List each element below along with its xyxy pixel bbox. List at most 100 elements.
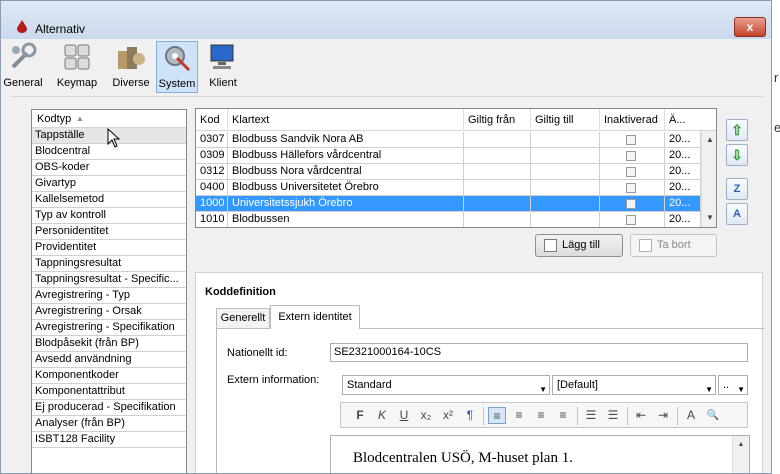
misc-icon [118, 47, 145, 69]
remove-button[interactable]: Ta bort [630, 234, 717, 257]
scroll-up-icon[interactable]: ▲ [703, 133, 716, 147]
move-down-button[interactable]: ⇩ [726, 144, 748, 166]
cell-giltig-fran [464, 164, 531, 180]
italic-button[interactable]: K [373, 407, 391, 424]
align-left-button[interactable]: ≡ [488, 407, 506, 424]
list-item[interactable]: Kallelsemetod [32, 192, 186, 208]
list-item[interactable]: OBS-koder [32, 160, 186, 176]
bold-button[interactable]: F [351, 407, 369, 424]
scroll-down-icon[interactable]: ▼ [703, 211, 716, 225]
align-right-button[interactable]: ≡ [532, 407, 550, 424]
list-item[interactable]: Avsedd användning [32, 352, 186, 368]
tab-extern-identitet[interactable]: Extern identitet [270, 305, 360, 329]
cell-a: 20... [665, 212, 701, 227]
list-item[interactable]: Providentitet [32, 240, 186, 256]
editor-scrollbar[interactable]: ▲ [732, 436, 749, 473]
list-item[interactable]: Blodpåsekit (från BP) [32, 336, 186, 352]
cell-klartext: Blodbuss Nora vårdcentral [228, 164, 464, 180]
table-row[interactable]: 0309 Blodbuss Hällefors vårdcentral 20... [196, 148, 701, 164]
cell-a: 20... [665, 164, 701, 180]
text-color-button[interactable]: A [682, 407, 700, 424]
bullet-list-button[interactable]: ☰ [582, 407, 600, 424]
toolbar-klient[interactable]: Klient [205, 41, 241, 93]
column-giltig-till[interactable]: Giltig till [531, 109, 600, 131]
underline-button[interactable]: U [395, 407, 413, 424]
cell-giltig-till [531, 164, 600, 180]
list-item[interactable]: Avregistrering - Typ [32, 288, 186, 304]
list-item[interactable]: Ej producerad - Specifikation [32, 400, 186, 416]
list-item[interactable]: Analyser (från BP) [32, 416, 186, 432]
cell-klartext: Blodbuss Sandvik Nora AB [228, 132, 464, 148]
inactive-checkbox[interactable] [626, 215, 636, 225]
toolbar-system[interactable]: System [156, 41, 198, 93]
table-row[interactable]: 1000 Universitetssjukh Örebro 20... [196, 196, 701, 212]
table-row[interactable]: 1010 Blodbussen 20... [196, 212, 701, 227]
add-button[interactable]: Lägg till [535, 234, 623, 257]
sort-ascending-icon: ▲ [76, 114, 84, 123]
cell-kod: 0309 [196, 148, 228, 164]
column-inaktiverad[interactable]: Inaktiverad [600, 109, 665, 131]
font-select[interactable]: [Default] ▼ [552, 375, 716, 395]
list-item[interactable]: Avregistrering - Orsak [32, 304, 186, 320]
size-select[interactable]: .. ▼ [718, 375, 748, 395]
column-a[interactable]: Ä... [665, 109, 701, 131]
inactive-checkbox[interactable] [626, 135, 636, 145]
inactive-checkbox[interactable] [626, 151, 636, 161]
inactive-checkbox[interactable] [626, 199, 636, 209]
column-klartext[interactable]: Klartext [228, 109, 464, 131]
rich-text-editor[interactable]: Blodcentralen USÖ, M-huset plan 1. ▲ [330, 435, 750, 473]
sort-ascending-button[interactable]: A [726, 203, 748, 225]
list-item[interactable]: Typ av kontroll [32, 208, 186, 224]
table-row[interactable]: 0400 Blodbuss Universitetet Örebro 20... [196, 180, 701, 196]
cell-giltig-till [531, 212, 600, 227]
column-giltig-fran[interactable]: Giltig från [464, 109, 531, 131]
editor-content[interactable]: Blodcentralen USÖ, M-huset plan 1. [353, 450, 573, 467]
inactive-checkbox[interactable] [626, 167, 636, 177]
grid-header: Kod Klartext Giltig från Giltig till Ina… [196, 109, 716, 131]
list-item[interactable]: Komponentattribut [32, 384, 186, 400]
list-item[interactable]: Komponentkoder [32, 368, 186, 384]
code-type-list[interactable]: Kodtyp ▲ Tappställe Blodcentral OBS-koder G… [31, 109, 187, 473]
indent-button[interactable]: ⇥ [654, 407, 672, 424]
table-row[interactable]: 0307 Blodbuss Sandvik Nora AB 20... [196, 132, 701, 148]
remove-row-icon [639, 239, 652, 252]
list-item[interactable]: Personidentitet [32, 224, 186, 240]
list-item[interactable]: Tappningsresultat - Specific... [32, 272, 186, 288]
grid-scrollbar[interactable]: ▲ ▼ [701, 131, 716, 227]
toolbar-divider [677, 407, 678, 425]
close-button[interactable]: x [734, 17, 766, 37]
list-header-kodtyp[interactable]: Kodtyp ▲ [32, 110, 186, 128]
list-item[interactable]: Tappningsresultat [32, 256, 186, 272]
scroll-up-icon[interactable]: ▲ [734, 438, 748, 452]
list-item[interactable]: ISBT128 Facility [32, 432, 186, 448]
toolbar-keymap[interactable]: Keymap [49, 41, 105, 93]
tab-generellt[interactable]: Generellt [216, 308, 270, 328]
column-kod[interactable]: Kod [196, 109, 228, 131]
move-up-button[interactable]: ⇧ [726, 119, 748, 141]
sort-descending-button[interactable]: Z [726, 178, 748, 200]
title-bar[interactable]: Alternativ x [1, 1, 771, 39]
category-toolbar: General Keymap Diverse System Klient [1, 39, 771, 95]
align-center-button[interactable]: ≡ [510, 407, 528, 424]
list-items: Tappställe Blodcentral OBS-koder Givartyp Ka… [32, 128, 186, 448]
style-select[interactable]: Standard ▼ [342, 375, 550, 395]
superscript-button[interactable]: x² [439, 407, 457, 424]
outdent-button[interactable]: ⇤ [632, 407, 650, 424]
cell-klartext: Blodbussen [228, 212, 464, 227]
numbered-list-button[interactable]: ☰ [604, 407, 622, 424]
find-button[interactable]: 🔍 [704, 407, 722, 424]
code-grid[interactable]: Kod Klartext Giltig från Giltig till Ina… [195, 108, 717, 228]
list-item[interactable]: Avregistrering - Specifikation [32, 320, 186, 336]
toolbar-diverse[interactable]: Diverse [109, 41, 153, 93]
blood-drop-icon [17, 20, 27, 33]
chevron-down-icon: ▼ [705, 385, 713, 394]
paragraph-button[interactable]: ¶ [461, 407, 479, 424]
cell-a: 20... [665, 148, 701, 164]
national-id-input[interactable]: SE2321000164-10CS [330, 343, 748, 362]
table-row[interactable]: 0312 Blodbuss Nora vårdcentral 20... [196, 164, 701, 180]
list-item[interactable]: Givartyp [32, 176, 186, 192]
inactive-checkbox[interactable] [626, 183, 636, 193]
subscript-button[interactable]: x₂ [417, 407, 435, 424]
toolbar-general[interactable]: General [3, 41, 43, 93]
justify-button[interactable]: ≡ [554, 407, 572, 424]
